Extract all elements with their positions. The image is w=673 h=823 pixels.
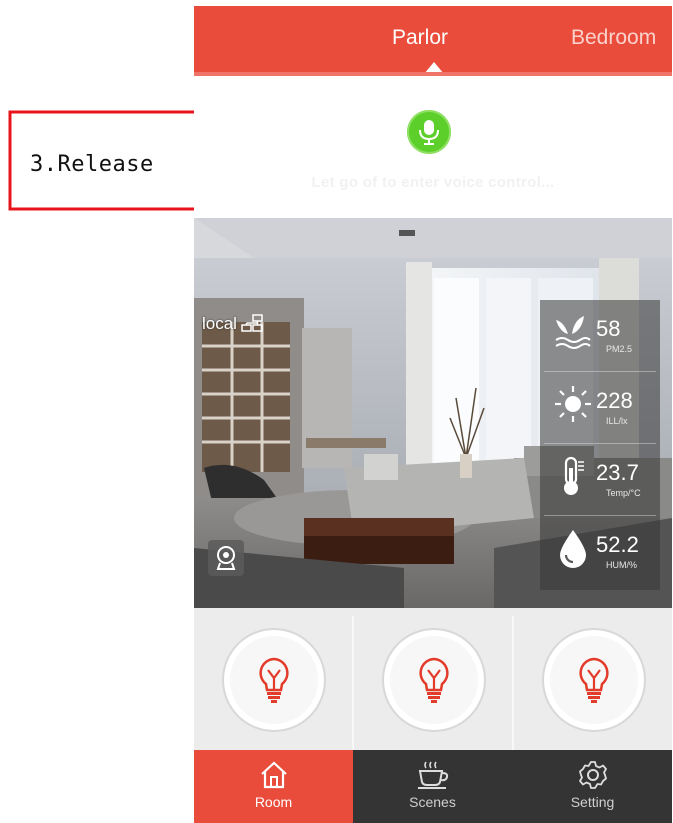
gear-icon	[578, 761, 607, 789]
pm25-plant-icon	[555, 316, 591, 349]
pm25-unit: PM2.5	[606, 344, 633, 354]
sensor-illuminance: 228 ILL/lx	[540, 372, 660, 444]
light-toggle-button-3[interactable]	[542, 628, 646, 732]
home-icon	[260, 761, 287, 789]
humidity-value: 52.2	[596, 532, 639, 557]
light-cell-1	[194, 608, 352, 750]
pm25-value: 58	[596, 316, 621, 341]
network-icon	[241, 314, 263, 332]
nav-scenes[interactable]: Scenes	[353, 750, 512, 823]
light-cell-3	[514, 608, 672, 750]
light-toggle-button-2[interactable]	[382, 628, 486, 732]
voice-hint-text: Let go of to enter voice control...	[311, 174, 555, 191]
callout-label: 3.Release	[30, 152, 154, 177]
tab-parlor[interactable]: Parlor	[392, 26, 448, 50]
water-drop-icon	[560, 530, 586, 568]
light-cell-2	[354, 608, 512, 750]
illuminance-unit: ILL/lx	[606, 416, 628, 426]
sensor-panel: 58 PM2.5 228 ILL/lx 23.7 Temp/°C 52.2 HU…	[540, 300, 660, 590]
bottom-nav: Room Scenes Setting	[194, 750, 672, 823]
connection-status[interactable]: local	[202, 314, 263, 334]
nav-setting[interactable]: Setting	[513, 750, 672, 823]
sun-icon	[555, 386, 591, 422]
temperature-unit: Temp/°C	[606, 488, 641, 498]
voice-control-area: Let go of to enter voice control...	[194, 76, 672, 218]
app-screen: Parlor Bedroom Let go of to enter voice …	[194, 6, 672, 823]
temperature-value: 23.7	[596, 460, 639, 485]
light-controls	[194, 608, 672, 750]
camera-icon	[216, 546, 236, 570]
thermometer-icon	[564, 456, 584, 495]
light-toggle-button-1[interactable]	[222, 628, 326, 732]
light-bulb-icon	[259, 657, 289, 703]
camera-button[interactable]	[208, 540, 244, 576]
sensor-pm25: 58 PM2.5	[540, 300, 660, 372]
nav-setting-label: Setting	[570, 794, 615, 810]
connection-label: local	[202, 314, 237, 333]
coffee-cup-icon	[417, 761, 448, 789]
microphone-icon	[419, 120, 439, 145]
tab-bedroom[interactable]: Bedroom	[571, 26, 656, 50]
nav-room[interactable]: Room	[194, 750, 353, 823]
nav-room-label: Room	[254, 794, 293, 810]
humidity-unit: HUM/%	[606, 560, 637, 570]
light-bulb-icon	[579, 657, 609, 703]
sensor-humidity: 52.2 HUM/%	[540, 516, 660, 588]
room-photo: local 58 PM2.5 228 ILL/lx 23.7 Temp/°C 5…	[194, 218, 672, 608]
light-bulb-icon	[419, 657, 449, 703]
illuminance-value: 228	[596, 388, 633, 413]
room-tab-bar: Parlor Bedroom	[194, 6, 672, 74]
sensor-temperature: 23.7 Temp/°C	[540, 444, 660, 516]
nav-scenes-label: Scenes	[409, 794, 456, 810]
voice-mic-button[interactable]	[407, 110, 451, 154]
